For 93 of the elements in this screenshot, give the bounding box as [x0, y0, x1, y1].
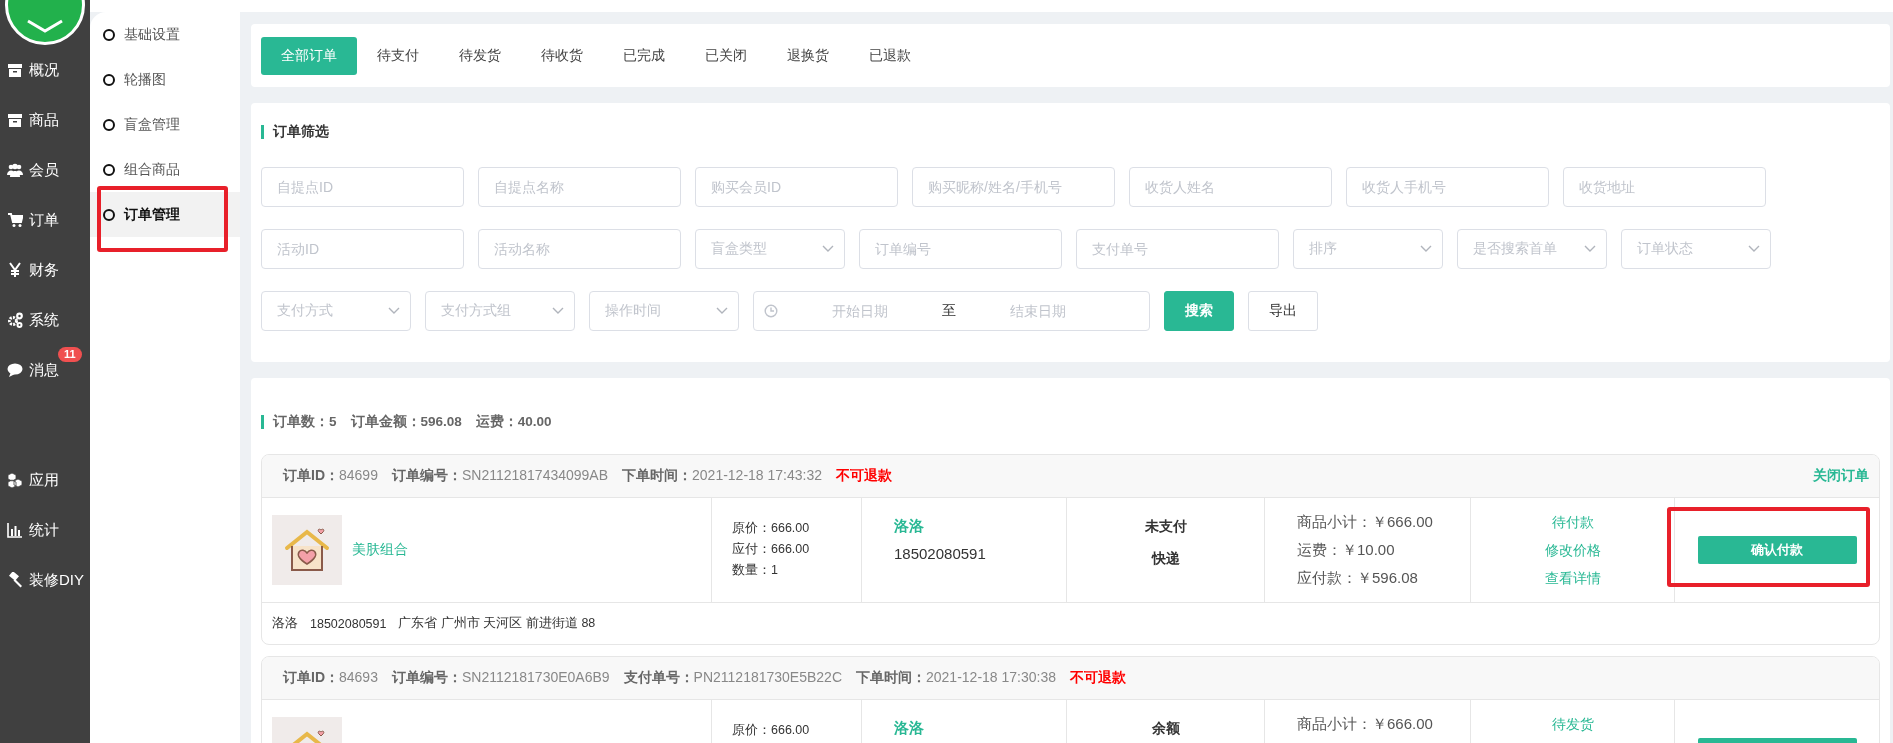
- circle-icon: [103, 208, 115, 221]
- text-input[interactable]: 收货人手机号: [1346, 167, 1549, 207]
- nav-item[interactable]: 应用: [0, 455, 90, 505]
- gears-icon: [7, 312, 23, 328]
- hammer-icon: [7, 572, 23, 588]
- price-text: 应付：666.00: [732, 541, 811, 558]
- chevron-down-icon: [822, 245, 834, 253]
- nav-item[interactable]: 订单: [0, 195, 90, 245]
- order-meta-text: 订单ID：84699: [283, 467, 378, 485]
- text-input[interactable]: 收货人姓名: [1129, 167, 1332, 207]
- nav-item[interactable]: 消息 11: [0, 345, 90, 395]
- cart-icon: [7, 212, 23, 228]
- text-input[interactable]: 购买会员ID: [695, 167, 898, 207]
- export-button[interactable]: 导出: [1248, 291, 1318, 331]
- section-title: 订单筛选: [273, 123, 329, 141]
- refund-status: 不可退款: [836, 467, 893, 485]
- summary-stat: 运费：40.00: [475, 413, 552, 431]
- order-meta-text: 下单时间：2021-12-18 17:30:38: [856, 669, 1056, 687]
- amount-text: 应付款：￥596.08: [1297, 568, 1419, 588]
- nav-item[interactable]: 财务: [0, 245, 90, 295]
- summary-stat: 订单数：5: [273, 413, 337, 431]
- chevron-down-icon: [1584, 245, 1596, 253]
- nav-item[interactable]: 概况: [0, 45, 90, 95]
- circle-icon: [103, 118, 115, 131]
- buyer-name: 洛洛: [894, 718, 925, 738]
- payment-text: 未支付: [1144, 517, 1187, 536]
- order-meta-text: 订单ID：84693: [283, 669, 378, 687]
- box-icon: [7, 112, 23, 128]
- refund-status: 不可退款: [1070, 669, 1126, 687]
- chevron-down-icon: [716, 307, 728, 315]
- product-thumbnail: [272, 515, 342, 585]
- summary-stat: 订单金额：596.08: [350, 413, 462, 431]
- chevron-down-icon: [25, 18, 65, 34]
- accent-bar: [261, 125, 264, 139]
- users-icon: [7, 162, 23, 178]
- sidebar-item[interactable]: 组合商品: [90, 147, 240, 192]
- text-input[interactable]: 收货地址: [1563, 167, 1766, 207]
- cubes-icon: [7, 472, 23, 488]
- tab[interactable]: 已退款: [849, 36, 931, 75]
- address-text: 洛洛: [272, 615, 298, 632]
- circle-icon: [103, 163, 115, 176]
- yen-icon: [7, 262, 23, 278]
- payment-text: 余额: [1151, 719, 1180, 738]
- date-range-field[interactable]: 开始日期 至 结束日期: [753, 291, 1150, 331]
- chevron-down-icon: [388, 307, 400, 315]
- text-input[interactable]: 活动ID: [261, 229, 464, 269]
- order-meta-text: 支付单号：PN2112181730E5B22C: [623, 669, 842, 687]
- nav-item[interactable]: 统计: [0, 505, 90, 555]
- count-badge: 11: [58, 347, 82, 362]
- price-text: 数量：1: [732, 562, 779, 579]
- address-text: 广东省 广州市 天河区 前进街道 88: [398, 615, 596, 632]
- sidebar-item[interactable]: 盲盒管理: [90, 102, 240, 147]
- nav-item[interactable]: 装修DIY: [0, 555, 90, 605]
- tab[interactable]: 待支付: [357, 36, 439, 75]
- chevron-down-icon: [1748, 245, 1760, 253]
- price-text: 原价：666.00: [732, 722, 811, 739]
- text-input[interactable]: 订单编号: [859, 229, 1062, 269]
- order-meta-text: 订单编号：SN2112181730E0A6B9: [391, 669, 610, 687]
- order-meta-text: 下单时间：2021-12-18 17:43:32: [622, 467, 823, 485]
- tab[interactable]: 已完成: [603, 36, 685, 75]
- order-meta-text: 订单编号：SN21121817434099AB: [391, 467, 609, 485]
- box-icon: [7, 62, 23, 78]
- text-input[interactable]: 自提点名称: [478, 167, 681, 207]
- sidebar-item[interactable]: 订单管理: [90, 192, 240, 237]
- tab[interactable]: 退换货: [767, 36, 849, 75]
- tab[interactable]: 已关闭: [685, 36, 767, 75]
- buyer-name: 洛洛: [894, 516, 925, 536]
- clock-icon: [764, 304, 778, 318]
- amount-text: 商品小计：￥666.00: [1297, 714, 1434, 734]
- text-input[interactable]: 自提点ID: [261, 167, 464, 207]
- sidebar-item[interactable]: 轮播图: [90, 57, 240, 102]
- tab[interactable]: 待收货: [521, 36, 603, 75]
- amount-text: 运费：￥10.00: [1297, 540, 1396, 560]
- nav-item[interactable]: 商品: [0, 95, 90, 145]
- chevron-down-icon: [552, 307, 564, 315]
- bar-chart-icon: [7, 522, 23, 538]
- accent-bar: [261, 415, 264, 429]
- sidebar-item[interactable]: 基础设置: [90, 12, 240, 57]
- payment-text: 快递: [1151, 549, 1180, 568]
- chevron-down-icon: [1420, 245, 1432, 253]
- chat-bubble-icon: [7, 362, 23, 378]
- circle-icon: [103, 28, 115, 41]
- text-input[interactable]: 购买昵称/姓名/手机号: [912, 167, 1115, 207]
- buyer-phone: 18502080591: [894, 544, 987, 564]
- text-input[interactable]: 支付单号: [1076, 229, 1279, 269]
- price-text: 原价：666.00: [732, 520, 811, 537]
- address-text: 18502080591: [310, 616, 387, 631]
- tab[interactable]: 待发货: [439, 36, 521, 75]
- nav-item[interactable]: 会员: [0, 145, 90, 195]
- amount-text: 商品小计：￥666.00: [1297, 512, 1434, 532]
- nav-item[interactable]: 系统: [0, 295, 90, 345]
- circle-icon: [103, 73, 115, 86]
- text-input[interactable]: 活动名称: [478, 229, 681, 269]
